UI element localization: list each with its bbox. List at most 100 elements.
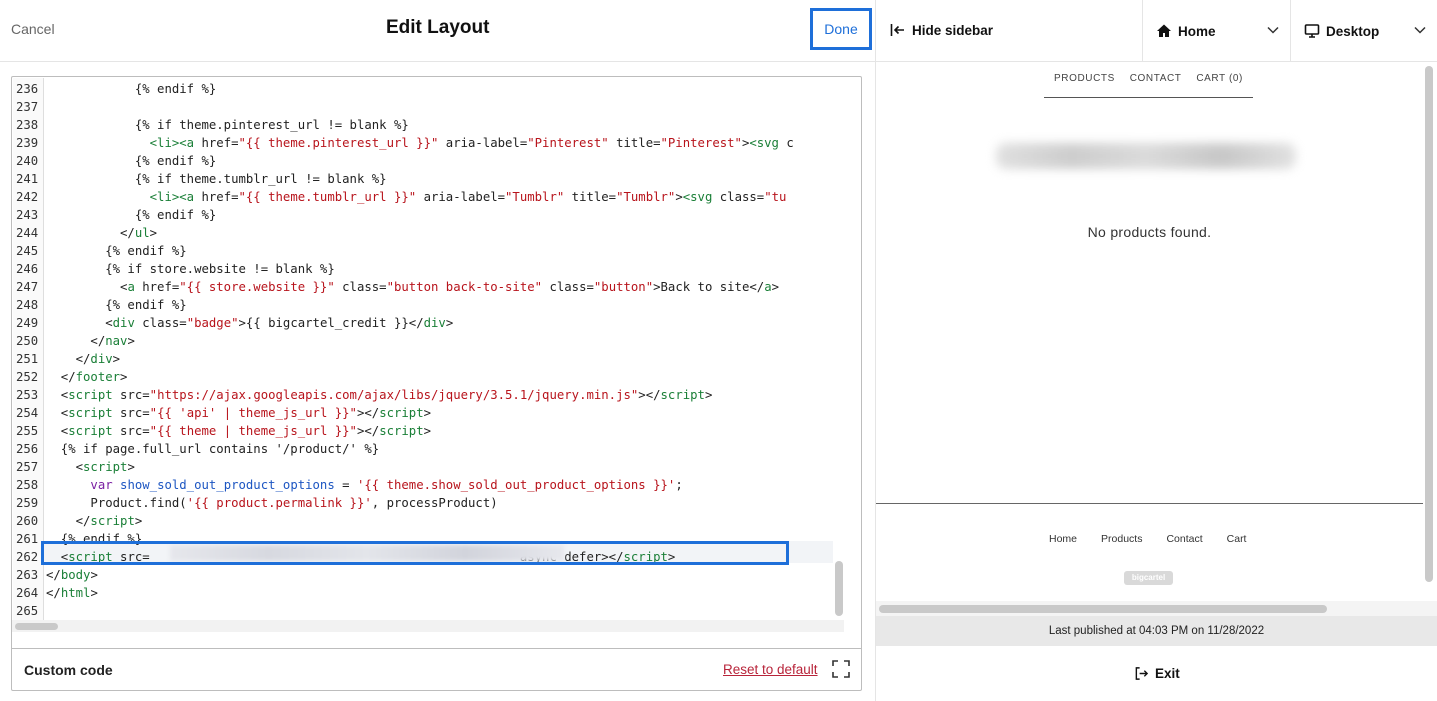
code-line[interactable]: 240 {% endif %} [13, 152, 833, 170]
code-line[interactable]: 249 <div class="badge">{{ bigcartel_cred… [13, 314, 833, 332]
store-nav-cart[interactable]: CART (0) [1196, 73, 1243, 97]
highlighted-script-line[interactable] [41, 541, 789, 565]
store-nav-products[interactable]: PRODUCTS [1054, 73, 1115, 97]
code-vertical-scrollbar[interactable] [835, 561, 843, 616]
code-line[interactable]: 253 <script src="https://ajax.googleapis… [13, 386, 833, 404]
page-select[interactable]: Home [1142, 0, 1290, 62]
code-text: Product.find('{{ product.permalink }}', … [46, 496, 498, 510]
code-line[interactable]: 250 </nav> [13, 332, 833, 350]
line-number: 238 [16, 118, 39, 132]
editor-header: Cancel Edit Layout Done [0, 0, 876, 62]
line-number: 251 [16, 352, 39, 366]
line-number: 258 [16, 478, 39, 492]
code-text: <li><a href="{{ theme.tumblr_url }}" ari… [149, 190, 787, 204]
code-text: <li><a href="{{ theme.pinterest_url }}" … [149, 136, 794, 150]
code-line[interactable]: 257 <script> [13, 458, 833, 476]
store-footer-links: Home Products Contact Cart [1049, 533, 1246, 545]
code-text: {% if store.website != blank %} [46, 262, 335, 276]
footer-link-contact[interactable]: Contact [1166, 533, 1202, 545]
code-text: {% if page.full_url contains '/product/'… [46, 442, 380, 456]
device-select-value: Desktop [1326, 23, 1380, 39]
code-area[interactable]: 236 {% endif %} 237 238 {% if theme.pinter… [12, 77, 861, 649]
code-line[interactable]: 263 </body> [13, 566, 833, 584]
code-line[interactable]: 238 {% if theme.pinterest_url != blank %… [13, 116, 833, 134]
code-line[interactable]: 239 <li><a href="{{ theme.pinterest_url … [13, 134, 833, 152]
line-number: 244 [16, 226, 39, 240]
code-text: var show_sold_out_product_options = '{{ … [90, 478, 683, 492]
page-title: Edit Layout [386, 17, 490, 38]
code-line[interactable]: 264 </html> [13, 584, 833, 602]
code-line[interactable]: 246 {% if store.website != blank %} [13, 260, 833, 278]
line-number: 245 [16, 244, 39, 258]
collapse-left-icon [890, 24, 904, 36]
code-line[interactable]: 256 {% if page.full_url contains '/produ… [13, 440, 833, 458]
line-number: 259 [16, 496, 39, 510]
code-line[interactable]: 247 <a href="{{ store.website }}" class=… [13, 278, 833, 296]
device-select[interactable]: Desktop [1290, 0, 1437, 62]
code-line[interactable]: 254 <script src="{{ 'api' | theme_js_url… [13, 404, 833, 422]
code-line[interactable]: 260 </script> [13, 512, 833, 530]
code-line[interactable]: 242 <li><a href="{{ theme.tumblr_url }}"… [13, 188, 833, 206]
line-number: 253 [16, 388, 39, 402]
code-line[interactable]: 244 </ul> [13, 224, 833, 242]
code-line[interactable]: 265 [13, 602, 833, 620]
code-text: {% endif %} [46, 154, 217, 168]
expand-icon[interactable] [832, 660, 850, 678]
footer-divider [876, 503, 1423, 504]
line-number: 250 [16, 334, 39, 348]
code-line[interactable]: 236 {% endif %} [13, 80, 833, 98]
footer-link-home[interactable]: Home [1049, 533, 1077, 545]
reset-to-default-link[interactable]: Reset to default [723, 662, 818, 677]
code-horizontal-scroll-track [12, 620, 844, 632]
code-lines[interactable]: 236 {% endif %} 237 238 {% if theme.pinter… [13, 78, 833, 623]
code-line[interactable]: 237 [13, 98, 833, 116]
code-line[interactable]: 251 </div> [13, 350, 833, 368]
code-editor-pane: Cancel Edit Layout Done 236 {% endif %} 2… [0, 0, 876, 701]
redacted-store-title [996, 143, 1296, 169]
editor-app: Cancel Edit Layout Done 236 {% endif %} 2… [0, 0, 1437, 701]
line-number: 240 [16, 154, 39, 168]
home-icon [1157, 24, 1171, 37]
last-published-status: Last published at 04:03 PM on 11/28/2022 [876, 616, 1437, 646]
line-number: 252 [16, 370, 39, 384]
code-line[interactable]: 252 </footer> [13, 368, 833, 386]
line-number: 255 [16, 424, 39, 438]
code-text: {% endif %} [46, 208, 217, 222]
preview-pane: Hide sidebar Home Desktop PRODUCTS CONTA… [876, 0, 1437, 701]
preview-horizontal-scrollbar[interactable] [879, 605, 1327, 613]
code-line[interactable]: 245 {% endif %} [13, 242, 833, 260]
code-line[interactable]: 258 var show_sold_out_product_options = … [13, 476, 833, 494]
store-nav-contact[interactable]: CONTACT [1130, 73, 1182, 97]
hide-sidebar-button[interactable]: Hide sidebar [890, 20, 993, 40]
line-number: 236 [16, 82, 39, 96]
code-text: <script src="https://ajax.googleapis.com… [46, 388, 713, 402]
code-line[interactable]: 241 {% if theme.tumblr_url != blank %} [13, 170, 833, 188]
done-button[interactable]: Done [810, 8, 872, 50]
line-number: 246 [16, 262, 39, 276]
line-number: 239 [16, 136, 39, 150]
exit-button[interactable]: Exit [1134, 666, 1180, 681]
code-text: {% endif %} [46, 82, 217, 96]
code-text: <script src="{{ 'api' | theme_js_url }}"… [46, 406, 432, 420]
code-text: <div class="badge">{{ bigcartel_credit }… [46, 316, 454, 330]
code-text: </footer> [46, 370, 128, 384]
chevron-down-icon [1414, 26, 1426, 34]
footer-link-products[interactable]: Products [1101, 533, 1142, 545]
code-text: </script> [46, 514, 143, 528]
hide-sidebar-label: Hide sidebar [912, 22, 994, 38]
code-line[interactable]: 255 <script src="{{ theme | theme_js_url… [13, 422, 833, 440]
code-line[interactable]: 248 {% endif %} [13, 296, 833, 314]
bigcartel-badge[interactable]: bigcartel [1124, 571, 1173, 585]
code-text: {% endif %} [46, 298, 187, 312]
cancel-button[interactable]: Cancel [11, 21, 55, 37]
preview-vertical-scrollbar[interactable] [1425, 66, 1433, 582]
code-line[interactable]: 243 {% endif %} [13, 206, 833, 224]
code-horizontal-scrollbar[interactable] [15, 623, 58, 630]
desktop-icon [1304, 24, 1320, 38]
footer-link-cart[interactable]: Cart [1227, 533, 1247, 545]
code-text: </div> [46, 352, 121, 366]
line-number: 241 [16, 172, 39, 186]
line-number: 249 [16, 316, 39, 330]
custom-code-label: Custom code [24, 662, 113, 678]
code-line[interactable]: 259 Product.find('{{ product.permalink }… [13, 494, 833, 512]
